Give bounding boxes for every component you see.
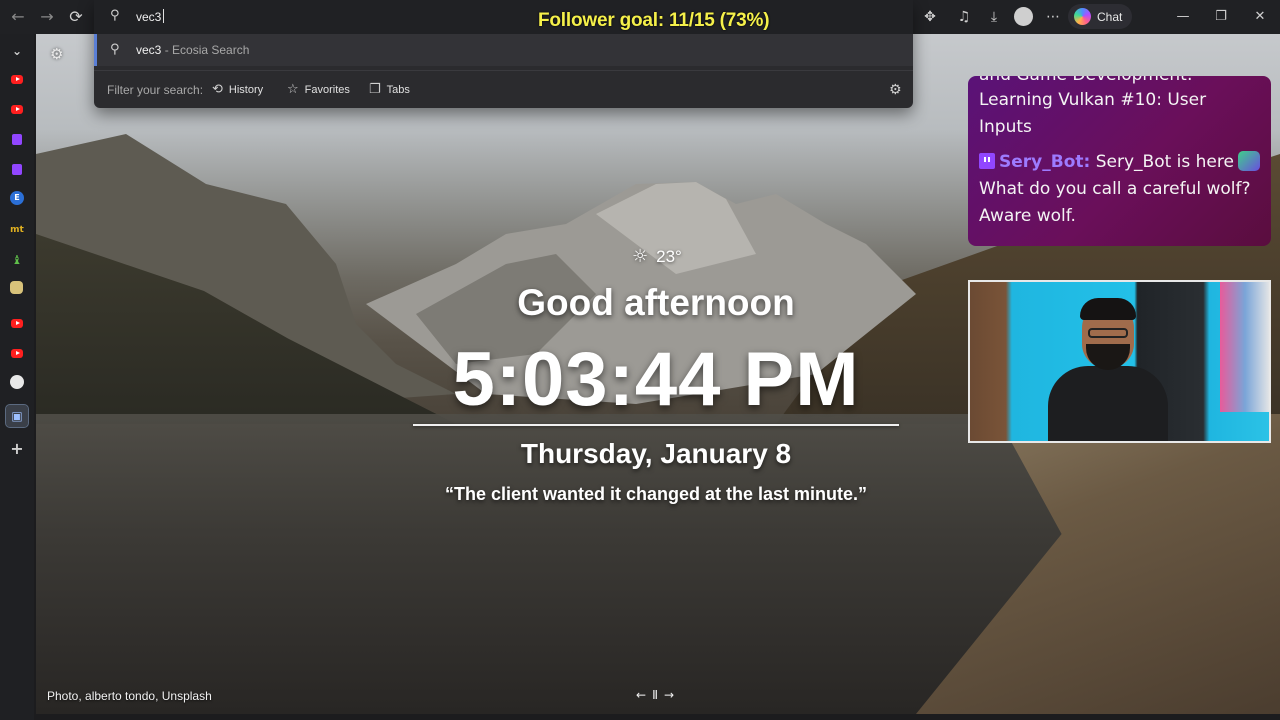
follower-goal-overlay: Follower goal: 11/15 (73%): [538, 10, 770, 31]
history-icon: ⟲: [212, 82, 223, 97]
close-icon[interactable]: ✕: [1251, 8, 1269, 26]
temperature: 23°: [656, 246, 682, 266]
tab-mt-site-icon[interactable]: mt: [8, 221, 26, 239]
suggestion-search-icon: ⚲: [110, 42, 120, 57]
webcam-streamer: [1048, 298, 1168, 441]
download-icon[interactable]: ⤓: [985, 8, 1003, 26]
stream-chat-overlay: and Game Development: Learning Vulkan #1…: [968, 76, 1271, 246]
suggestion-text: vec3 - Ecosia Search: [136, 43, 250, 57]
forward-icon[interactable]: →: [38, 8, 56, 26]
chat-line: Learning Vulkan #10: User: [979, 90, 1207, 110]
address-bar-dropdown: ⚲ vec3 ⚲ vec3 - Ecosia Search Filter you…: [94, 0, 913, 108]
chat-line: Aware wolf.: [979, 206, 1076, 226]
chat-button-label: Chat: [1097, 9, 1123, 24]
tab-github-icon[interactable]: [10, 375, 24, 389]
date-text: Thursday, January 8: [520, 438, 792, 469]
tab-youtube-1-icon[interactable]: [8, 71, 26, 89]
clock-divider: [413, 424, 899, 426]
address-input[interactable]: vec3: [136, 9, 165, 24]
copilot-chat-button[interactable]: Chat: [1068, 4, 1132, 29]
webcam-overlay: [968, 280, 1271, 443]
twitch-badge-icon: [979, 153, 995, 169]
extensions-icon[interactable]: ✥: [921, 8, 939, 26]
address-bar[interactable]: ⚲ vec3: [94, 0, 913, 34]
tab-chess-icon[interactable]: ♝: [8, 251, 26, 269]
tab-youtube-2-icon[interactable]: [8, 101, 26, 119]
minimize-icon[interactable]: —: [1174, 8, 1192, 26]
refresh-icon[interactable]: ⟳: [67, 8, 85, 26]
copilot-logo-icon: [1074, 8, 1091, 25]
tabs-icon: ❐: [369, 82, 381, 97]
chat-line: What do you call a careful wolf?: [979, 179, 1251, 199]
search-suggestion-row[interactable]: ⚲ vec3 - Ecosia Search: [94, 34, 913, 66]
page-settings-gear-icon[interactable]: ⚙: [50, 46, 66, 62]
clock-time: 5:03:44 PM: [452, 337, 860, 422]
tab-youtube-4-icon[interactable]: [8, 345, 26, 363]
media-control-icon[interactable]: ♫: [955, 8, 973, 26]
filter-history-button[interactable]: ⟲ History: [212, 82, 263, 97]
previous-background-icon[interactable]: ←: [636, 688, 646, 702]
pause-background-icon[interactable]: Ⅱ: [652, 688, 658, 702]
star-icon: ☆: [287, 82, 299, 97]
photo-credit[interactable]: Photo, alberto tondo, Unsplash: [47, 689, 212, 703]
tab-twitch-1-icon[interactable]: [8, 131, 26, 149]
background-slideshow-controls: ← Ⅱ →: [636, 688, 674, 702]
tab-e-site-icon[interactable]: E: [10, 191, 24, 205]
webcam-bg-clothes: [1220, 282, 1269, 412]
quote-text: “The client wanted it changed at the las…: [444, 484, 868, 504]
chat-bot-message: Sery_Bot: Sery_Bot is here: [979, 149, 1260, 176]
back-icon[interactable]: ←: [9, 8, 27, 26]
search-icon: ⚲: [110, 8, 120, 23]
more-options-icon[interactable]: ⋯: [1044, 8, 1062, 26]
filter-tabs-button[interactable]: ❐ Tabs: [369, 82, 410, 97]
maximize-icon[interactable]: ❐: [1212, 8, 1230, 26]
sun-icon: ☼: [632, 246, 649, 267]
chat-line: Inputs: [979, 117, 1032, 137]
collapse-tabs-chevron-down-icon[interactable]: ⌄: [8, 42, 26, 60]
filter-label: Filter your search:: [107, 83, 204, 97]
tab-doc-icon[interactable]: [10, 281, 23, 294]
bot-emote-icon: [1237, 151, 1260, 171]
next-background-icon[interactable]: →: [664, 688, 674, 702]
search-filter-bar: Filter your search: ⟲ History ☆ Favorite…: [94, 70, 913, 108]
screen: ← → ⟳ ✥ ♫ ⤓ ⋯ Chat — ❐ ✕ ⌄ E mt ♝ ▣ + ⚙ …: [0, 0, 1280, 720]
profile-avatar-icon[interactable]: [1014, 7, 1033, 26]
new-tab-plus-icon[interactable]: +: [8, 440, 26, 458]
search-settings-gear-icon[interactable]: ⚙: [889, 82, 902, 98]
selected-indicator: [94, 34, 97, 66]
text-caret: [163, 9, 165, 23]
chat-username: Sery_Bot: [999, 152, 1084, 172]
filter-favorites-button[interactable]: ☆ Favorites: [287, 82, 350, 97]
vertical-tabs-sidebar: ⌄ E mt ♝ ▣ +: [0, 34, 34, 720]
greeting-text: Good afternoon: [517, 282, 795, 323]
tab-youtube-3-icon[interactable]: [8, 315, 26, 333]
weather-widget[interactable]: ☼ 23°: [632, 246, 682, 267]
tab-twitch-2-icon[interactable]: [8, 161, 26, 179]
tab-newtab-active-icon[interactable]: ▣: [5, 404, 29, 428]
